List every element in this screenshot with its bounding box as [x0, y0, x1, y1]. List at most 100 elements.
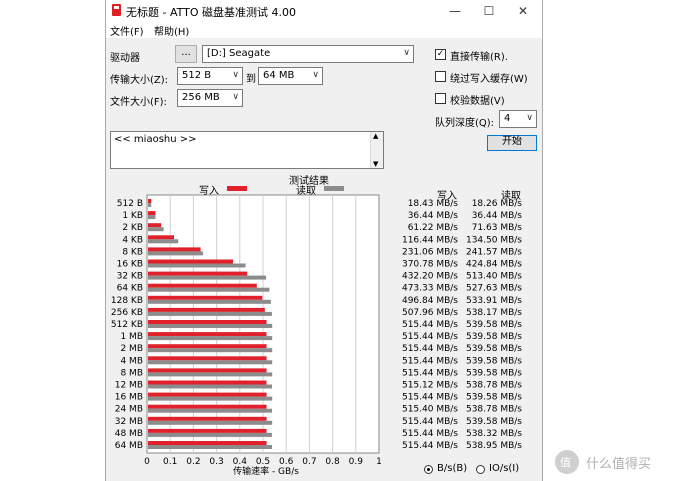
read-bar: [148, 396, 273, 401]
queue-depth-select[interactable]: 4 ∨: [499, 110, 537, 128]
read-value-label: 527.63 MB/s: [466, 284, 522, 294]
read-value-label: 71.63 MB/s: [472, 223, 523, 233]
read-bar: [148, 432, 272, 437]
x-tick-label: 1: [376, 457, 382, 467]
write-value-label: 515.44 MB/s: [402, 441, 458, 451]
verify-checkbox[interactable]: [435, 93, 446, 104]
write-value-label: 507.96 MB/s: [402, 308, 458, 318]
y-tick-label: 8 KB: [122, 247, 143, 257]
read-value-label: 538.95 MB/s: [466, 441, 522, 451]
app-icon: [112, 4, 121, 16]
x-tick-label: 0: [144, 457, 150, 467]
read-bar: [148, 311, 272, 316]
read-value-label: 539.58 MB/s: [466, 393, 522, 403]
menu-bar: 文件(F) 帮助(H): [106, 22, 542, 38]
read-bar: [148, 287, 270, 292]
write-bar: [148, 295, 263, 300]
write-bar: [148, 441, 267, 445]
description-textarea[interactable]: << miaoshu >> ▲ ▼: [110, 131, 384, 169]
write-value-label: 515.44 MB/s: [402, 368, 458, 378]
maximize-button[interactable]: ☐: [472, 0, 506, 22]
read-value-label: 533.91 MB/s: [466, 296, 522, 306]
read-bar: [148, 239, 179, 244]
watermark-text: 什么值得买: [586, 457, 652, 472]
radio-io[interactable]: [476, 465, 485, 474]
browse-button[interactable]: ...: [175, 45, 197, 63]
write-bar: [148, 344, 267, 349]
write-bar: [148, 404, 267, 409]
read-bar: [148, 203, 152, 207]
chevron-down-icon: ∨: [232, 92, 239, 102]
scrollbar[interactable]: ▲ ▼: [370, 132, 383, 168]
file-size-value: 256 MB: [182, 92, 220, 103]
write-value-label: 515.40 MB/s: [402, 405, 458, 415]
write-value-label: 231.06 MB/s: [402, 247, 458, 257]
transfer-to-select[interactable]: 64 MB ∨: [258, 67, 323, 85]
write-bar: [148, 199, 152, 203]
y-tick-label: 512 KB: [111, 320, 143, 330]
x-tick-label: 0.8: [325, 457, 340, 467]
minimize-button[interactable]: —: [438, 0, 472, 22]
read-bar: [148, 372, 273, 377]
read-value-label: 424.84 MB/s: [466, 260, 522, 270]
transfer-from-select[interactable]: 512 B ∨: [177, 67, 243, 85]
queue-depth-value: 4: [504, 113, 511, 124]
read-bar: [148, 251, 204, 256]
write-bar: [148, 223, 162, 228]
read-bar: [148, 445, 273, 449]
scroll-down-icon: ▼: [373, 160, 379, 168]
y-tick-label: 4 KB: [122, 235, 143, 245]
read-value-label: 241.57 MB/s: [466, 247, 522, 257]
radio-bytes[interactable]: [424, 465, 433, 474]
write-value-label: 515.44 MB/s: [402, 332, 458, 342]
scroll-up-icon: ▲: [373, 132, 379, 140]
start-button[interactable]: 开始: [487, 135, 537, 151]
menu-file[interactable]: 文件(F): [110, 23, 144, 38]
y-tick-label: 32 MB: [115, 417, 143, 427]
read-value-label: 18.26 MB/s: [472, 199, 523, 209]
read-value-label: 539.58 MB/s: [466, 356, 522, 366]
write-bar: [148, 247, 201, 252]
read-value-label: 538.78 MB/s: [466, 405, 522, 415]
close-button[interactable]: ✕: [506, 0, 540, 22]
write-value-label: 515.44 MB/s: [402, 356, 458, 366]
write-bar: [148, 368, 267, 373]
x-tick-label: 0.4: [233, 457, 248, 467]
y-tick-label: 8 MB: [120, 368, 143, 378]
atto-window: 无标题 - ATTO 磁盘基准测试 4.00 — ☐ ✕ 文件(F) 帮助(H)…: [105, 0, 543, 481]
read-value-label: 538.32 MB/s: [466, 429, 522, 439]
y-tick-label: 512 B: [117, 199, 143, 209]
read-bar: [148, 420, 273, 425]
write-bar: [148, 259, 234, 264]
queue-depth-label: 队列深度(Q):: [435, 118, 495, 129]
x-tick-label: 0.1: [163, 457, 177, 467]
read-value-label: 134.50 MB/s: [466, 235, 522, 245]
write-value-label: 36.44 MB/s: [408, 211, 459, 221]
x-axis-label: 传输速率 - GB/s: [233, 465, 299, 477]
write-bar: [148, 320, 267, 324]
x-tick-label: 0.7: [302, 457, 316, 467]
y-tick-label: 32 KB: [117, 272, 143, 282]
description-text: << miaoshu >>: [114, 134, 197, 145]
write-value-label: 515.12 MB/s: [402, 381, 458, 391]
title-bar: 无标题 - ATTO 磁盘基准测试 4.00 — ☐ ✕: [106, 0, 542, 22]
transfer-to-value: 64 MB: [263, 70, 295, 81]
drive-select[interactable]: [D:] Seagate ∨: [202, 45, 414, 63]
read-value-label: 539.58 MB/s: [466, 368, 522, 378]
read-value-label: 539.58 MB/s: [466, 320, 522, 330]
y-tick-label: 16 MB: [115, 393, 143, 403]
file-size-select[interactable]: 256 MB ∨: [177, 89, 243, 107]
write-bar: [148, 235, 175, 240]
write-value-label: 515.44 MB/s: [402, 429, 458, 439]
write-value-label: 473.33 MB/s: [402, 284, 458, 294]
y-tick-label: 256 KB: [111, 308, 143, 318]
direct-io-checkbox[interactable]: ✓: [435, 49, 446, 60]
menu-help[interactable]: 帮助(H): [154, 23, 189, 38]
bypass-cache-checkbox[interactable]: [435, 71, 446, 82]
write-bar: [148, 380, 267, 385]
y-tick-label: 1 KB: [122, 211, 143, 221]
read-bar: [148, 263, 246, 268]
write-bar: [148, 271, 248, 276]
y-tick-label: 24 MB: [115, 405, 143, 415]
write-value-label: 370.78 MB/s: [402, 260, 458, 270]
